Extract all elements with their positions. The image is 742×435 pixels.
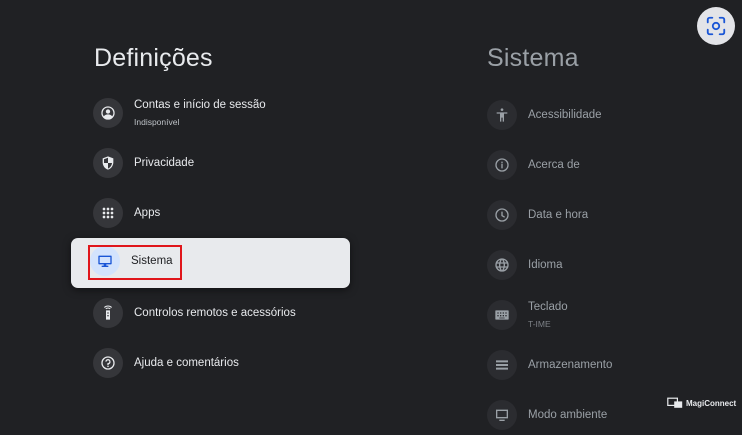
info-icon: [487, 150, 517, 180]
selection-highlight: [88, 245, 182, 280]
menu-item-label: Contas e início de sessão: [134, 99, 266, 111]
shield-icon: [93, 148, 123, 178]
accessibility-icon: [487, 100, 517, 130]
menu-item-date-time[interactable]: Data e hora: [487, 195, 727, 235]
clock-icon: [487, 200, 517, 230]
help-icon: [93, 348, 123, 378]
page-title: Definições: [94, 44, 213, 72]
menu-item-label: Idioma: [528, 259, 563, 271]
menu-item-label: Data e hora: [528, 209, 589, 221]
menu-item-label: Ajuda e comentários: [134, 357, 239, 369]
menu-item-apps[interactable]: Apps: [93, 193, 363, 233]
menu-item-storage[interactable]: Armazenamento: [487, 345, 727, 385]
menu-item-label: Modo ambiente: [528, 409, 608, 421]
magiconnect-logo-icon: [667, 397, 683, 408]
globe-icon: [487, 250, 517, 280]
panel-title: Sistema: [487, 44, 579, 72]
menu-item-label: Apps: [134, 207, 161, 219]
keyboard-icon: [487, 300, 517, 330]
menu-item-sublabel: T-IME: [528, 319, 551, 329]
ambient-icon: [487, 400, 517, 430]
remote-icon: [93, 298, 123, 328]
menu-item-label: Armazenamento: [528, 359, 613, 371]
menu-item-remotes[interactable]: Controlos remotos e acessórios: [93, 293, 363, 333]
account-circle-icon: [93, 98, 123, 128]
storage-icon: [487, 350, 517, 380]
menu-item-privacy[interactable]: Privacidade: [93, 143, 363, 183]
menu-item-label: Acerca de: [528, 159, 580, 171]
menu-item-sublabel: Indisponível: [134, 117, 180, 127]
watermark: MagiConnect: [667, 397, 736, 409]
apps-grid-icon: [93, 198, 123, 228]
menu-item-accessibility[interactable]: Acessibilidade: [487, 95, 727, 135]
menu-item-label: Acessibilidade: [528, 109, 602, 121]
menu-item-about[interactable]: Acerca de: [487, 145, 727, 185]
menu-item-language[interactable]: Idioma: [487, 245, 727, 285]
menu-item-accounts[interactable]: Contas e início de sessão Indisponível: [93, 93, 363, 133]
screenshot-button[interactable]: [697, 7, 735, 45]
watermark-text: MagiConnect: [686, 398, 737, 408]
menu-item-label: Teclado: [528, 301, 568, 313]
menu-item-label: Privacidade: [134, 157, 195, 169]
menu-item-keyboard[interactable]: Teclado T-IME: [487, 295, 727, 335]
focus-capture-icon: [706, 16, 726, 36]
menu-item-label: Controlos remotos e acessórios: [134, 307, 296, 319]
menu-item-help[interactable]: Ajuda e comentários: [93, 343, 363, 383]
